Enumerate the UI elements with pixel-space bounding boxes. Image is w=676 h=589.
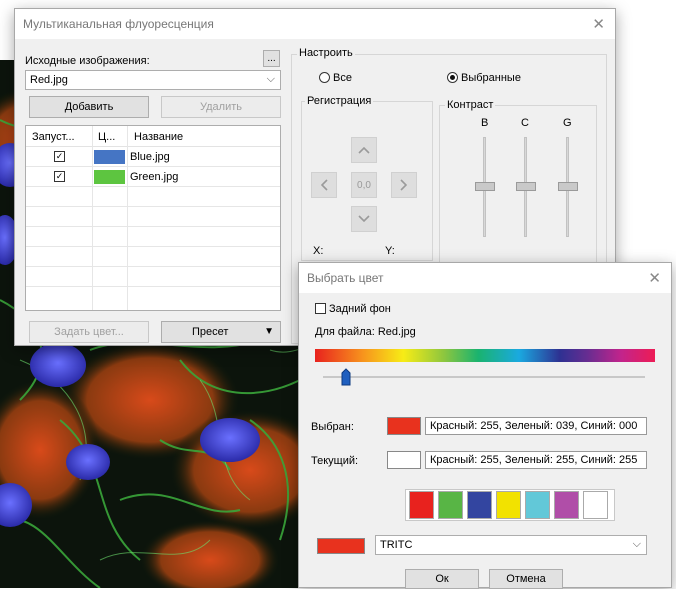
move-right-button[interactable] [391,172,417,198]
palette-swatch[interactable] [496,491,521,519]
row-divider [26,266,280,267]
color-picker-titlebar: Выбрать цвет ✕ [299,263,671,293]
move-left-button[interactable] [311,172,337,198]
palette-swatch[interactable] [409,491,434,519]
add-button[interactable]: Добавить [29,96,149,118]
header-color[interactable]: Ц... [98,131,115,143]
spectrum-slider-thumb[interactable] [341,368,351,386]
color-picker-title: Выбрать цвет [307,271,384,285]
source-image-value: Red.jpg [30,74,68,86]
chevron-down-icon: ⌵ [266,72,275,85]
chevron-down-icon: ⌵ [632,537,641,550]
ok-button[interactable]: Ок [405,569,479,589]
current-color-text: Красный: 255, Зеленый: 255, Синий: 255 [430,454,638,466]
chevron-right-icon [400,179,408,191]
background-checkbox[interactable] [315,303,326,314]
chevron-left-icon [320,179,328,191]
ok-button-label: Ок [435,573,449,585]
radio-all[interactable] [319,72,330,83]
registration-group-title: Регистрация [305,95,374,107]
spectrum-slider-track [323,376,645,378]
row-name: Green.jpg [130,171,179,183]
contrast-slider-thumb[interactable] [475,182,495,191]
palette-swatch[interactable] [467,491,492,519]
y-label: Y: [385,245,395,257]
multichannel-titlebar: Мультиканальная флуоресценция ✕ [15,9,615,39]
color-picker-dialog: Выбрать цвет ✕ Задний фон Для файла: Red… [298,262,672,589]
chevron-up-icon [358,146,370,154]
selected-label: Выбран: [311,421,354,433]
row-color-swatch[interactable] [94,150,125,164]
offset-value: 0,0 [357,179,371,191]
offset-display: 0,0 [351,172,377,198]
color-swatch-palette [405,489,615,521]
current-label: Текущий: [311,455,359,467]
header-enabled[interactable]: Запуст... [32,131,75,143]
palette-swatch[interactable] [554,491,579,519]
row-color-swatch[interactable] [94,170,125,184]
add-button-label: Добавить [64,101,114,113]
dropdown-arrow-icon: ▼ [264,326,274,337]
row-enabled-checkbox[interactable]: ✓ [54,151,65,162]
x-label: X: [313,245,324,257]
current-color-swatch [387,451,421,469]
browse-button-label: ... [267,53,276,64]
row-divider [26,226,280,227]
table-row[interactable]: ✓ Green.jpg [26,168,280,186]
delete-button[interactable]: Удалить [161,96,281,118]
close-icon[interactable]: ✕ [592,15,605,33]
preset-button-label: Пресет [192,326,229,338]
image-list-table: Запуст... Ц... Название ✓ Blue.jpg ✓ Gre… [25,125,281,311]
browse-button[interactable]: ... [263,50,280,67]
cancel-button-label: Отмена [506,573,546,585]
selected-color-values: Красный: 255, Зеленый: 039, Синий: 000 [425,417,647,435]
row-divider [26,246,280,247]
palette-swatch[interactable] [438,491,463,519]
delete-button-label: Удалить [200,101,242,113]
preset-button[interactable]: Пресет ▼ [161,321,281,343]
table-header: Запуст... Ц... Название [26,126,280,147]
header-name[interactable]: Название [134,131,183,143]
configure-group-title: Настроить [297,47,355,59]
color-spectrum-bar[interactable] [315,349,655,362]
contrast-slider-thumb[interactable] [558,182,578,191]
contrast-group-title: Контраст [445,99,496,111]
palette-swatch[interactable] [525,491,550,519]
current-color-values: Красный: 255, Зеленый: 255, Синий: 255 [425,451,647,469]
contrast-slider-thumb[interactable] [516,182,536,191]
cancel-button[interactable]: Отмена [489,569,563,589]
source-image-select[interactable]: Red.jpg ⌵ [25,70,281,90]
for-file-label: Для файла: Red.jpg [315,326,416,338]
preset-color-select[interactable]: TRITC ⌵ [375,535,647,555]
move-up-button[interactable] [351,137,377,163]
background-checkbox-label: Задний фон [329,303,391,315]
contrast-channel-label: C [521,117,529,129]
row-divider [26,166,280,167]
row-divider [26,286,280,287]
set-color-button-label: Задать цвет... [54,326,124,338]
palette-swatch[interactable] [583,491,608,519]
preset-color-swatch [317,538,365,554]
row-name: Blue.jpg [130,151,170,163]
close-icon[interactable]: ✕ [648,269,661,287]
radio-selected-label: Выбранные [461,72,521,84]
move-down-button[interactable] [351,206,377,232]
contrast-channel-label: B [481,117,489,129]
row-divider [26,206,280,207]
multichannel-title: Мультиканальная флуоресценция [23,17,214,31]
contrast-channel-label: G [563,117,572,129]
chevron-down-icon [358,215,370,223]
selected-color-swatch [387,417,421,435]
row-enabled-checkbox[interactable]: ✓ [54,171,65,182]
set-color-button[interactable]: Задать цвет... [29,321,149,343]
radio-all-label: Все [333,72,352,84]
source-images-label: Исходные изображения: [25,55,150,67]
selected-color-text: Красный: 255, Зеленый: 039, Синий: 000 [430,420,638,432]
preset-color-value: TRITC [380,539,413,551]
radio-selected[interactable] [447,72,458,83]
row-divider [26,186,280,187]
table-row[interactable]: ✓ Blue.jpg [26,148,280,166]
